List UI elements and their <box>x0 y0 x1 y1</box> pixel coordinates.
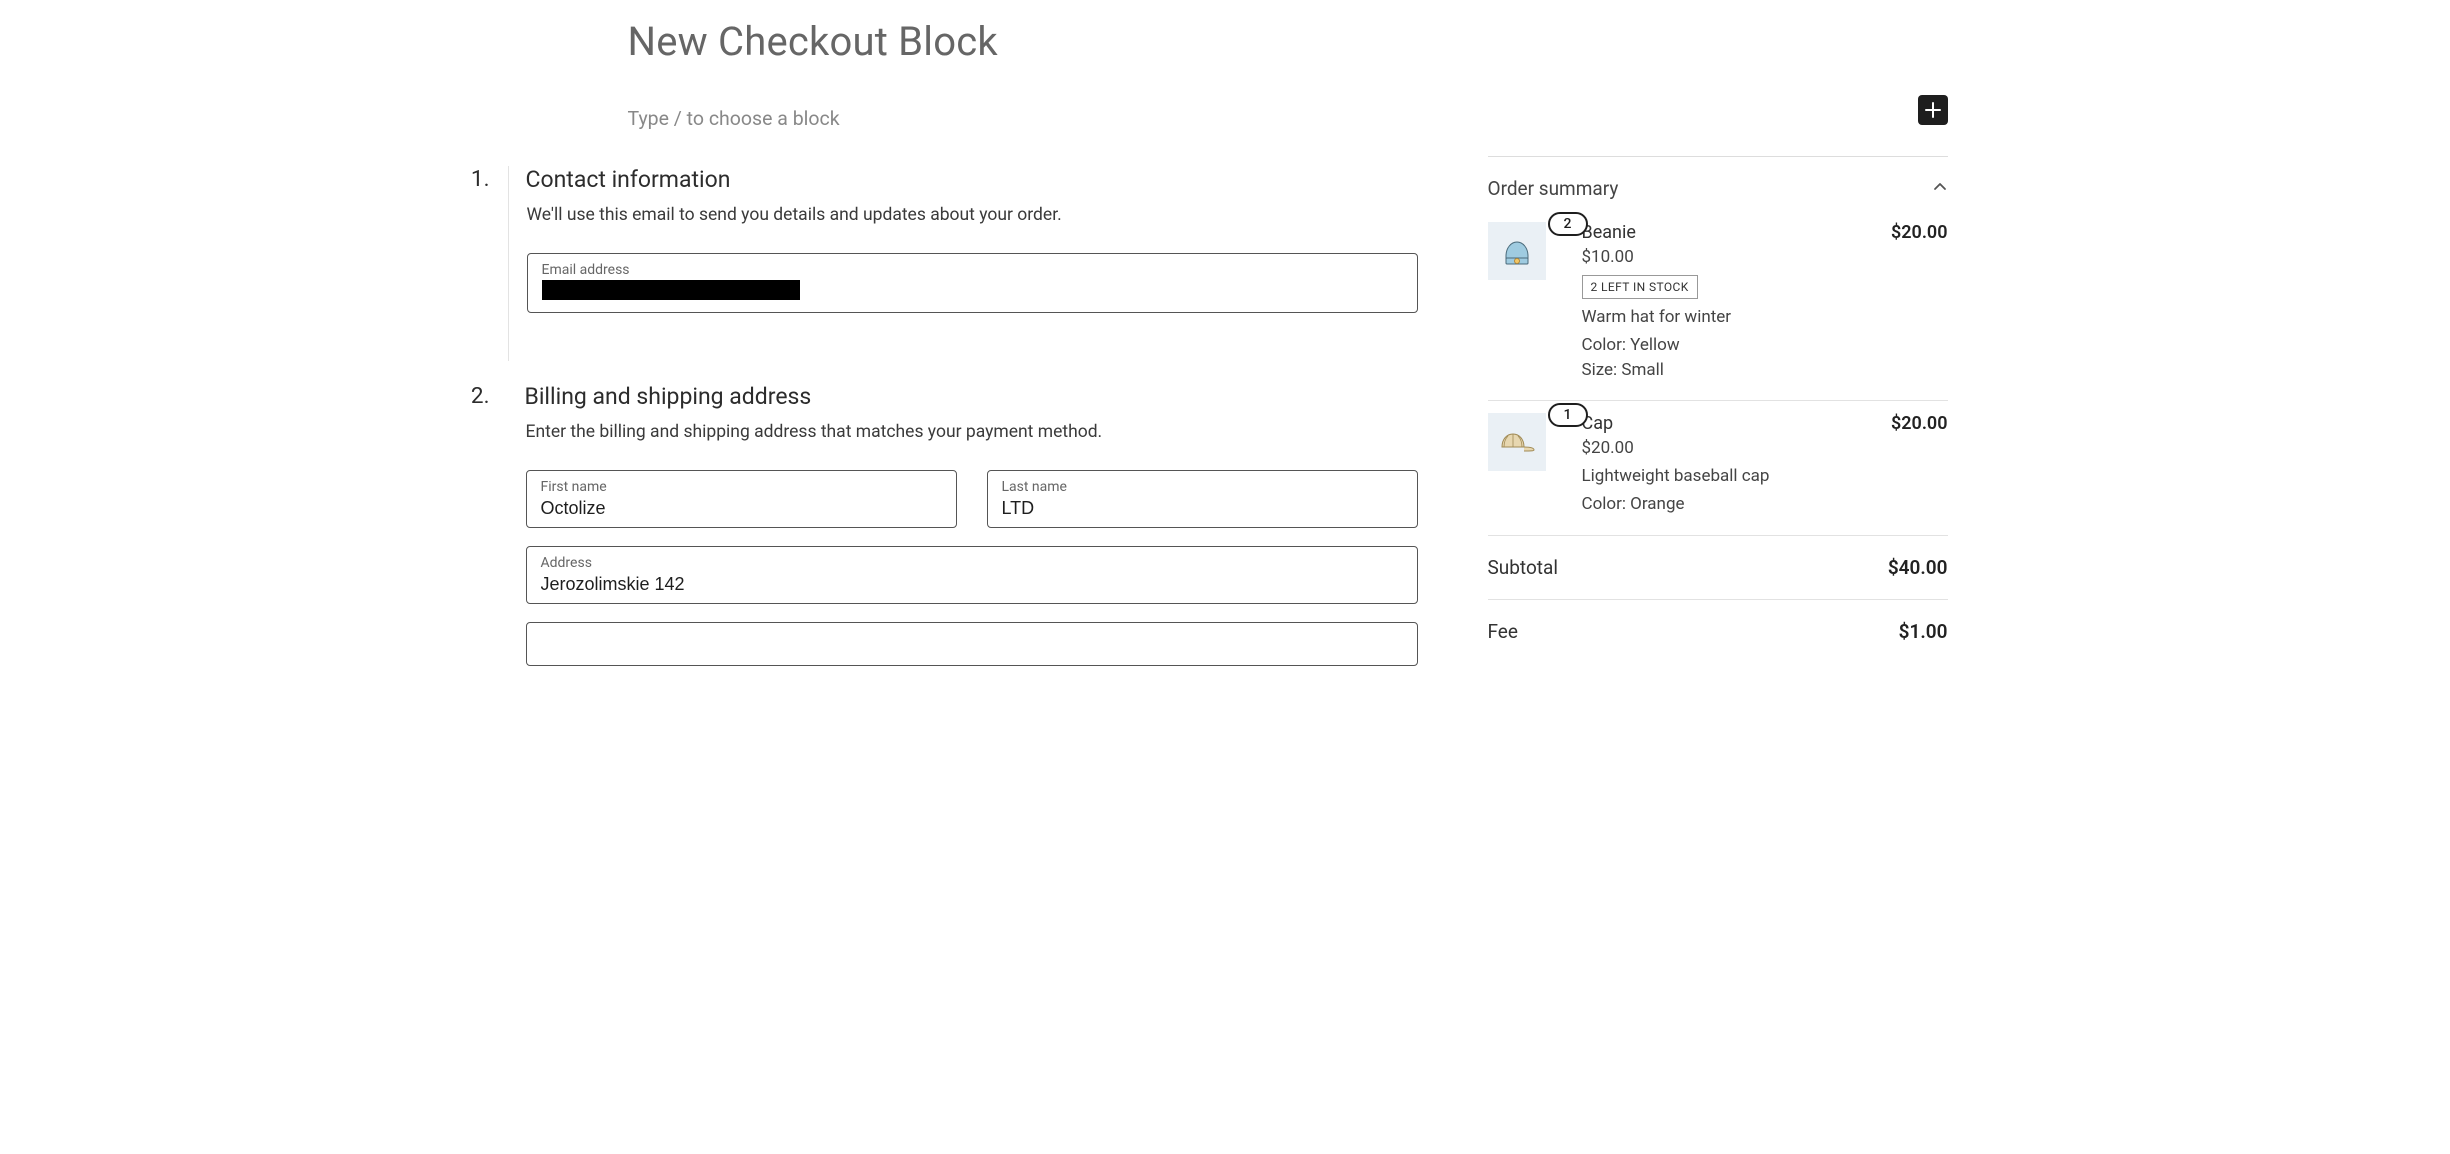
quantity-badge: 2 <box>1548 212 1588 236</box>
fee-value: $1.00 <box>1899 620 1948 643</box>
address-field[interactable]: Address <box>526 546 1418 604</box>
email-field[interactable]: Email address <box>527 253 1418 313</box>
first-name-label: First name <box>541 479 942 495</box>
product-description: Warm hat for winter <box>1582 307 1948 327</box>
product-thumbnail <box>1488 222 1546 280</box>
first-name-field[interactable]: First name <box>526 470 957 528</box>
unit-price: $10.00 <box>1582 247 1948 267</box>
unit-price: $20.00 <box>1582 438 1948 458</box>
line-total: $20.00 <box>1891 413 1948 434</box>
step-number: 2. <box>470 383 490 714</box>
product-attribute: Color: Orange <box>1582 492 1948 517</box>
subtotal-row: Subtotal $40.00 <box>1488 536 1948 599</box>
page-title: New Checkout Block <box>628 18 1981 65</box>
chevron-up-icon <box>1932 179 1948 199</box>
order-summary-title: Order summary <box>1488 177 1619 200</box>
address-input[interactable] <box>541 573 1403 595</box>
product-attribute: Color: Yellow <box>1582 333 1948 358</box>
stock-badge: 2 LEFT IN STOCK <box>1582 275 1698 299</box>
add-block-button[interactable] <box>1918 95 1948 125</box>
email-value-redacted <box>542 280 800 300</box>
block-prompt[interactable]: Type / to choose a block <box>628 107 840 130</box>
quantity-badge: 1 <box>1548 403 1588 427</box>
address-label: Address <box>541 555 1403 571</box>
subtotal-value: $40.00 <box>1888 556 1948 579</box>
product-thumbnail <box>1488 413 1546 471</box>
email-label: Email address <box>542 262 1403 278</box>
fee-row: Fee $1.00 <box>1488 600 1948 647</box>
subtotal-label: Subtotal <box>1488 556 1558 579</box>
first-name-input[interactable] <box>541 497 942 519</box>
last-name-label: Last name <box>1002 479 1403 495</box>
step-number: 1. <box>470 166 490 361</box>
product-attribute: Size: Small <box>1582 358 1948 383</box>
step-contact-title: Contact information <box>508 166 1418 193</box>
cart-item: 1Cap$20.00$20.00Lightweight baseball cap… <box>1488 400 1948 535</box>
cart-item: 2Beanie $20.00 $10.00 2 LEFT IN STOCK Warm h… <box>1488 210 1948 400</box>
address-field-2[interactable] <box>526 622 1418 666</box>
step-billing-description: Enter the billing and shipping address t… <box>526 422 1418 442</box>
product-description: Lightweight baseball cap <box>1582 466 1948 486</box>
product-name: Beanie <box>1582 222 1636 243</box>
plus-icon <box>1924 101 1942 119</box>
step-billing-title: Billing and shipping address <box>507 383 1418 410</box>
line-total: $20.00 <box>1891 222 1948 243</box>
order-summary-toggle[interactable]: Order summary <box>1488 155 1948 210</box>
last-name-field[interactable]: Last name <box>987 470 1418 528</box>
order-summary-panel: Order summary 2Beanie $20.00 $10.00 2 LEFT … <box>1488 156 1948 647</box>
last-name-input[interactable] <box>1002 497 1403 519</box>
step-contact-description: We'll use this email to send you details… <box>527 205 1418 225</box>
fee-label: Fee <box>1488 620 1518 643</box>
checkout-form: 1. Contact information We'll use this em… <box>470 160 1418 714</box>
